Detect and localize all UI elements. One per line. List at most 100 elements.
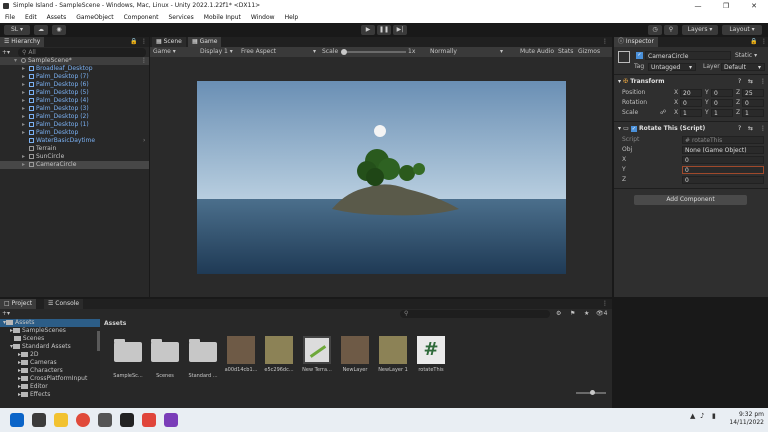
asset-script[interactable]: # rotateThis bbox=[414, 336, 448, 373]
asset-terrain-layer[interactable]: NewLayer 1 bbox=[376, 336, 410, 373]
scene-more-icon[interactable]: ⋮ bbox=[141, 57, 147, 65]
tab-inspector[interactable]: ⓘ Inspector bbox=[614, 37, 658, 47]
project-add-icon[interactable]: +▾ bbox=[2, 310, 10, 318]
lock-icon[interactable]: 🔒 bbox=[130, 37, 137, 47]
recorder-icon[interactable] bbox=[142, 413, 156, 427]
static-toggle[interactable]: Static ▾ bbox=[735, 51, 767, 60]
component-more-icon[interactable]: ⋮ bbox=[760, 123, 766, 134]
volume-icon[interactable]: ♪ bbox=[700, 412, 704, 420]
tree-item[interactable]: ▾ Standard Assets bbox=[10, 343, 71, 351]
task-view-icon[interactable] bbox=[32, 413, 46, 427]
layout-dropdown[interactable]: Layout ▾ bbox=[722, 25, 762, 35]
hierarchy-item[interactable]: ▸ SunCircle bbox=[22, 153, 64, 161]
hierarchy-item[interactable]: ▸ Palm_Desktop bbox=[22, 129, 78, 137]
help-icon[interactable]: ? bbox=[738, 76, 741, 87]
asset-folder[interactable]: SampleSc... bbox=[111, 336, 145, 379]
tree-item[interactable]: ▸ 2D bbox=[18, 351, 38, 359]
more-icon[interactable]: ⋮ bbox=[141, 37, 147, 47]
project-search[interactable]: ⚲ bbox=[400, 310, 550, 318]
scale-slider[interactable] bbox=[342, 51, 406, 53]
tree-item[interactable]: Scenes bbox=[10, 335, 44, 343]
transform-header[interactable]: ▾ ✠ Transform ? ⇆ ⋮ bbox=[614, 76, 768, 87]
position-y[interactable]: 0 bbox=[711, 89, 733, 97]
asset-texture[interactable]: a00d14cb1... bbox=[224, 336, 258, 373]
tree-item[interactable]: ▸ Effects bbox=[18, 391, 50, 399]
menu-edit[interactable]: Edit bbox=[20, 12, 42, 23]
step-button[interactable]: ▶| bbox=[393, 25, 407, 35]
hierarchy-item[interactable]: ▸ Palm_Desktop (4) bbox=[22, 97, 89, 105]
normally-dropdown[interactable]: Normally ▾ bbox=[430, 47, 510, 57]
preset-icon[interactable]: ⇆ bbox=[748, 123, 753, 134]
scale-x[interactable]: 1 bbox=[680, 109, 702, 117]
z-field[interactable]: 0 bbox=[682, 176, 764, 184]
minimize-icon[interactable]: — bbox=[684, 0, 712, 12]
maximize-icon[interactable]: ❐ bbox=[712, 0, 740, 12]
menu-assets[interactable]: Assets bbox=[42, 12, 72, 23]
script-enabled-checkbox[interactable]: ✓ bbox=[630, 126, 637, 132]
windows-start-icon[interactable] bbox=[10, 413, 24, 427]
menu-window[interactable]: Window bbox=[246, 12, 280, 23]
filter-label-icon[interactable]: ⚑ bbox=[570, 310, 575, 318]
scale-slider-handle[interactable] bbox=[341, 49, 347, 55]
hidden-count-icon[interactable]: 👁4 bbox=[596, 310, 607, 318]
game-mode-dropdown[interactable]: Game ▾ bbox=[153, 47, 176, 57]
stats-button[interactable]: Stats bbox=[558, 47, 573, 57]
hierarchy-item[interactable]: Terrain bbox=[22, 145, 56, 153]
add-component-button[interactable]: Add Component bbox=[634, 195, 747, 205]
tree-item-assets[interactable]: ▾ Assets bbox=[0, 319, 100, 327]
add-icon[interactable]: +▾ bbox=[2, 49, 14, 57]
layers-dropdown[interactable]: Layers ▾ bbox=[682, 25, 718, 35]
gizmos-button[interactable]: Gizmos bbox=[578, 47, 600, 57]
tree-item[interactable]: ▸ Characters bbox=[18, 367, 63, 375]
script-header[interactable]: ▾ ▭ ✓ Rotate This (Script) ? ⇆ ⋮ bbox=[614, 123, 768, 134]
rotation-x[interactable]: 0 bbox=[680, 99, 702, 107]
rotation-y[interactable]: 0 bbox=[711, 99, 733, 107]
display-dropdown[interactable]: Display 1 ▾ bbox=[200, 47, 233, 57]
file-explorer-icon[interactable] bbox=[54, 413, 68, 427]
scale-z[interactable]: 1 bbox=[742, 109, 764, 117]
play-button[interactable]: ▶ bbox=[361, 25, 375, 35]
collab-icon[interactable]: ◉ bbox=[52, 25, 66, 35]
mute-audio-button[interactable]: Mute Audio bbox=[520, 47, 554, 57]
hierarchy-item-selected[interactable]: ▸ CameraCircle bbox=[0, 161, 149, 169]
tree-item[interactable]: ▸ Editor bbox=[18, 383, 48, 391]
tab-hierarchy[interactable]: ☰ Hierarchy bbox=[0, 37, 45, 47]
rotation-z[interactable]: 0 bbox=[742, 99, 764, 107]
hierarchy-item[interactable]: ▸ Broadleaf_Desktop bbox=[22, 65, 93, 73]
hierarchy-item[interactable]: ▸ Palm_Desktop (7) bbox=[22, 73, 89, 81]
chrome-icon[interactable] bbox=[76, 413, 90, 427]
scene-row[interactable]: ▾ SampleScene* ⋮ bbox=[0, 57, 149, 65]
hierarchy-item[interactable]: ▸ Palm_Desktop (2) bbox=[22, 113, 89, 121]
history-icon[interactable]: ◷ bbox=[648, 25, 662, 35]
asset-folder[interactable]: Scenes bbox=[148, 336, 182, 379]
tag-dropdown[interactable]: Untagged ▾ bbox=[648, 63, 696, 71]
hierarchy-item[interactable]: ▸ Palm_Desktop (5) bbox=[22, 89, 89, 97]
favorite-icon[interactable]: ★ bbox=[584, 310, 589, 318]
filter-type-icon[interactable]: ⚙ bbox=[556, 310, 561, 318]
asset-texture[interactable]: e5c296dc... bbox=[262, 336, 296, 373]
object-name-field[interactable]: CameraCircle bbox=[645, 51, 731, 60]
menu-help[interactable]: Help bbox=[280, 12, 304, 23]
hierarchy-search[interactable]: ⚲ All bbox=[18, 48, 146, 57]
hierarchy-item[interactable]: ▸ Palm_Desktop (6) bbox=[22, 81, 89, 89]
tab-project[interactable]: □ Project bbox=[0, 299, 37, 309]
tree-item[interactable]: ▸ CrossPlatformInput bbox=[18, 375, 87, 383]
asset-folder[interactable]: Standard ... bbox=[186, 336, 220, 379]
active-checkbox[interactable]: ✓ bbox=[636, 52, 643, 59]
inspector-more-icon[interactable]: ⋮ bbox=[761, 37, 767, 47]
assets-breadcrumb[interactable]: Assets bbox=[104, 320, 126, 328]
hierarchy-item[interactable]: WaterBasicDaytime › bbox=[22, 137, 149, 145]
tab-scene[interactable]: ▦ Scene bbox=[152, 37, 186, 47]
network-icon[interactable]: ▲ bbox=[690, 412, 695, 420]
close-icon[interactable]: ✕ bbox=[740, 0, 768, 12]
project-more-icon[interactable]: ⋮ bbox=[602, 299, 608, 309]
app-icon[interactable] bbox=[98, 413, 112, 427]
menu-file[interactable]: File bbox=[0, 12, 20, 23]
tree-item[interactable]: ▸ Cameras bbox=[18, 359, 57, 367]
y-field[interactable]: 0 bbox=[682, 166, 764, 174]
tab-game[interactable]: ▦ Game bbox=[188, 37, 222, 47]
obj-field[interactable]: None (Game Object) bbox=[682, 146, 764, 154]
menu-component[interactable]: Component bbox=[119, 12, 164, 23]
component-more-icon[interactable]: ⋮ bbox=[760, 76, 766, 87]
account-dropdown[interactable]: SL ▾ bbox=[4, 25, 30, 35]
